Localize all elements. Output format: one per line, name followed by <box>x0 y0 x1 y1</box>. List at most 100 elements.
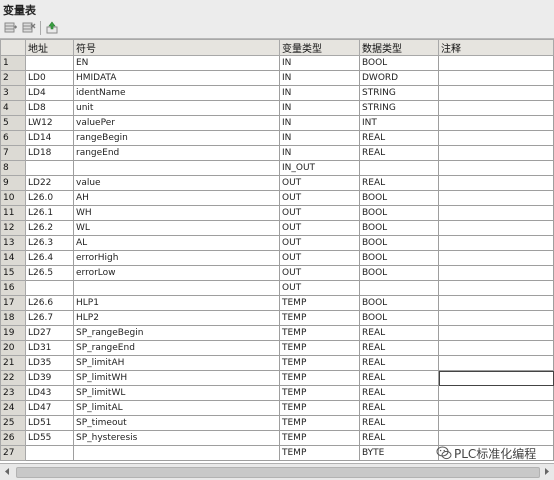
data-type-cell[interactable]: BOOL <box>359 220 439 236</box>
data-type-cell[interactable]: REAL <box>359 400 439 416</box>
comment-cell[interactable] <box>438 310 554 326</box>
comment-cell[interactable] <box>438 355 554 371</box>
symbol-cell[interactable]: value <box>73 175 280 191</box>
symbol-cell[interactable]: SP_rangeBegin <box>73 325 280 341</box>
table-row[interactable]: 5 LW12 valuePer IN INT <box>0 115 554 131</box>
comment-cell[interactable] <box>438 190 554 206</box>
table-row[interactable]: 23 LD43 SP_limitWL TEMP REAL <box>0 385 554 401</box>
data-type-cell[interactable]: INT <box>359 115 439 131</box>
symbol-cell[interactable]: WL <box>73 220 280 236</box>
address-cell[interactable]: L26.4 <box>25 250 74 266</box>
address-cell[interactable] <box>25 445 74 461</box>
variable-type-cell[interactable]: TEMP <box>279 370 360 386</box>
header-address[interactable]: 地址 <box>25 39 74 56</box>
comment-cell[interactable] <box>438 145 554 161</box>
symbol-cell[interactable]: errorHigh <box>73 250 280 266</box>
variable-type-cell[interactable]: OUT <box>279 175 360 191</box>
header-data-type[interactable]: 数据类型 <box>359 39 439 56</box>
variable-type-cell[interactable]: IN <box>279 85 360 101</box>
symbol-cell[interactable]: SP_rangeEnd <box>73 340 280 356</box>
symbol-cell[interactable]: SP_limitWH <box>73 370 280 386</box>
address-cell[interactable]: L26.7 <box>25 310 74 326</box>
address-cell[interactable]: LD31 <box>25 340 74 356</box>
table-row[interactable]: 25 LD51 SP_timeout TEMP REAL <box>0 415 554 431</box>
data-type-cell[interactable] <box>359 160 439 176</box>
variable-type-cell[interactable]: TEMP <box>279 355 360 371</box>
comment-cell[interactable] <box>438 280 554 296</box>
header-variable-type[interactable]: 变量类型 <box>279 39 360 56</box>
table-row[interactable]: 10 L26.0 AH OUT BOOL <box>0 190 554 206</box>
symbol-cell[interactable]: HLP2 <box>73 310 280 326</box>
symbol-cell[interactable]: AH <box>73 190 280 206</box>
address-cell[interactable] <box>25 55 74 71</box>
comment-cell[interactable] <box>438 175 554 191</box>
comment-cell[interactable] <box>438 100 554 116</box>
symbol-cell[interactable]: EN <box>73 55 280 71</box>
table-row[interactable]: 21 LD35 SP_limitAH TEMP REAL <box>0 355 554 371</box>
symbol-cell[interactable] <box>73 445 280 461</box>
scroll-left-icon[interactable] <box>3 467 12 476</box>
data-type-cell[interactable]: BYTE <box>359 445 439 461</box>
address-cell[interactable]: LD18 <box>25 145 74 161</box>
table-row[interactable]: 1 EN IN BOOL <box>0 55 554 71</box>
comment-cell[interactable] <box>438 400 554 416</box>
data-type-cell[interactable]: REAL <box>359 130 439 146</box>
symbol-cell[interactable]: SP_hysteresis <box>73 430 280 446</box>
address-cell[interactable]: LD47 <box>25 400 74 416</box>
comment-cell[interactable] <box>438 250 554 266</box>
symbol-cell[interactable]: rangeEnd <box>73 145 280 161</box>
table-row[interactable]: 17 L26.6 HLP1 TEMP BOOL <box>0 295 554 311</box>
variable-type-cell[interactable]: OUT <box>279 190 360 206</box>
data-type-cell[interactable]: BOOL <box>359 310 439 326</box>
comment-cell[interactable] <box>438 370 554 386</box>
data-type-cell[interactable]: REAL <box>359 145 439 161</box>
address-cell[interactable]: L26.2 <box>25 220 74 236</box>
symbol-cell[interactable]: errorLow <box>73 265 280 281</box>
header-symbol[interactable]: 符号 <box>73 39 280 56</box>
address-cell[interactable]: LD0 <box>25 70 74 86</box>
comment-cell[interactable] <box>438 265 554 281</box>
data-type-cell[interactable]: BOOL <box>359 55 439 71</box>
data-type-cell[interactable]: BOOL <box>359 250 439 266</box>
variable-type-cell[interactable]: TEMP <box>279 340 360 356</box>
data-type-cell[interactable]: BOOL <box>359 295 439 311</box>
symbol-cell[interactable]: SP_timeout <box>73 415 280 431</box>
variable-type-cell[interactable]: OUT <box>279 250 360 266</box>
address-cell[interactable]: LD39 <box>25 370 74 386</box>
data-type-cell[interactable]: REAL <box>359 355 439 371</box>
table-row[interactable]: 11 L26.1 WH OUT BOOL <box>0 205 554 221</box>
data-type-cell[interactable]: REAL <box>359 415 439 431</box>
symbol-cell[interactable]: HLP1 <box>73 295 280 311</box>
data-type-cell[interactable] <box>359 280 439 296</box>
table-row[interactable]: 4 LD8 unit IN STRING <box>0 100 554 116</box>
address-cell[interactable]: LD14 <box>25 130 74 146</box>
variable-type-cell[interactable]: OUT <box>279 265 360 281</box>
symbol-cell[interactable]: valuePer <box>73 115 280 131</box>
symbol-cell[interactable]: AL <box>73 235 280 251</box>
variable-type-cell[interactable]: IN <box>279 100 360 116</box>
table-row[interactable]: 12 L26.2 WL OUT BOOL <box>0 220 554 236</box>
table-row[interactable]: 20 LD31 SP_rangeEnd TEMP REAL <box>0 340 554 356</box>
variable-type-cell[interactable]: TEMP <box>279 400 360 416</box>
comment-cell[interactable] <box>438 430 554 446</box>
data-type-cell[interactable]: REAL <box>359 325 439 341</box>
variable-type-cell[interactable]: OUT <box>279 235 360 251</box>
data-type-cell[interactable]: BOOL <box>359 265 439 281</box>
address-cell[interactable]: LW12 <box>25 115 74 131</box>
comment-cell[interactable] <box>438 55 554 71</box>
address-cell[interactable]: L26.3 <box>25 235 74 251</box>
address-cell[interactable] <box>25 160 74 176</box>
comment-cell[interactable] <box>438 385 554 401</box>
variable-type-cell[interactable]: TEMP <box>279 385 360 401</box>
data-type-cell[interactable]: REAL <box>359 430 439 446</box>
symbol-cell[interactable]: HMIDATA <box>73 70 280 86</box>
table-row[interactable]: 22 LD39 SP_limitWH TEMP REAL <box>0 370 554 386</box>
variable-type-cell[interactable]: IN <box>279 130 360 146</box>
address-cell[interactable]: LD22 <box>25 175 74 191</box>
symbol-cell[interactable]: SP_limitAH <box>73 355 280 371</box>
address-cell[interactable]: L26.6 <box>25 295 74 311</box>
comment-cell[interactable] <box>438 115 554 131</box>
comment-cell[interactable] <box>438 220 554 236</box>
data-type-cell[interactable]: STRING <box>359 100 439 116</box>
data-type-cell[interactable]: STRING <box>359 85 439 101</box>
